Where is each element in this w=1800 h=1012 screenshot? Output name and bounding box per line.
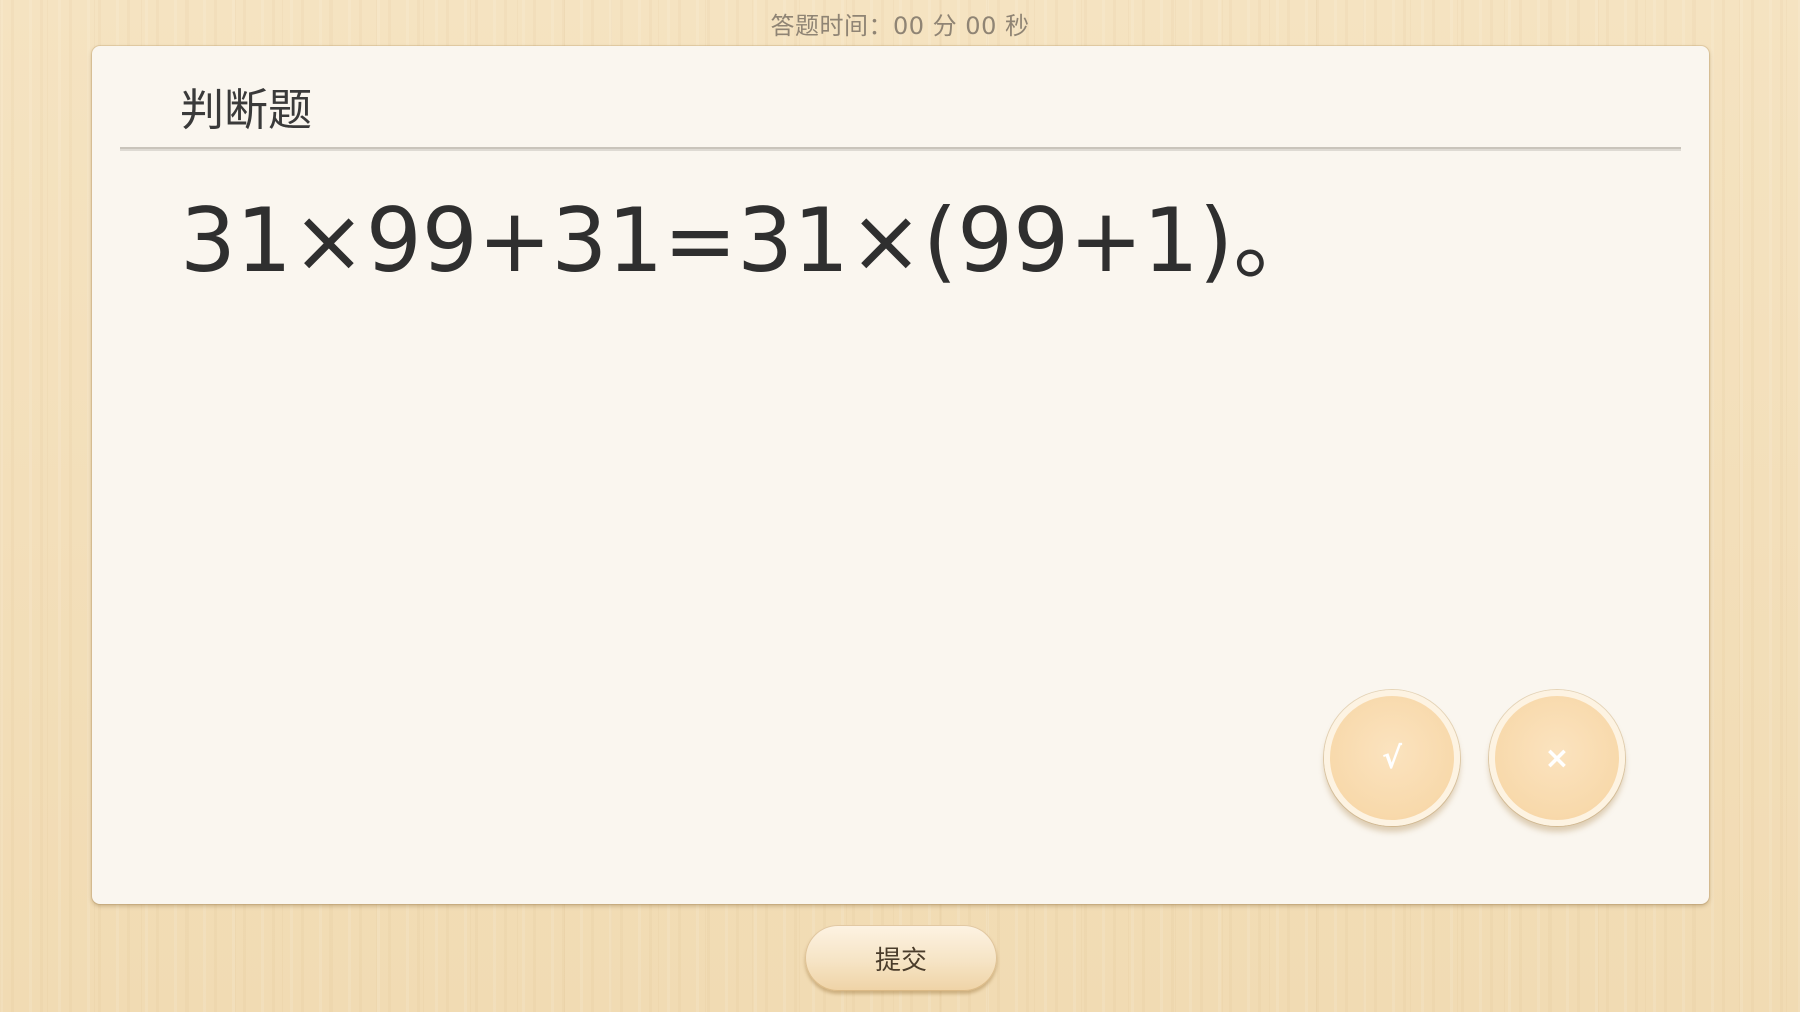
cross-icon: × xyxy=(1544,740,1570,776)
question-text: 31×99+31=31×(99+1)。 xyxy=(180,189,1322,292)
question-card: 判断题 31×99+31=31×(99+1)。 √ × xyxy=(92,46,1709,904)
submit-button[interactable]: 提交 xyxy=(805,925,997,991)
title-divider xyxy=(120,147,1681,151)
check-icon: √ xyxy=(1381,740,1402,776)
true-answer-button[interactable]: √ xyxy=(1324,690,1460,826)
answer-timer: 答题时间：00 分 00 秒 xyxy=(770,12,1030,40)
false-answer-button[interactable]: × xyxy=(1489,690,1625,826)
question-type-title: 判断题 xyxy=(180,85,312,136)
submit-button-label: 提交 xyxy=(874,945,927,976)
